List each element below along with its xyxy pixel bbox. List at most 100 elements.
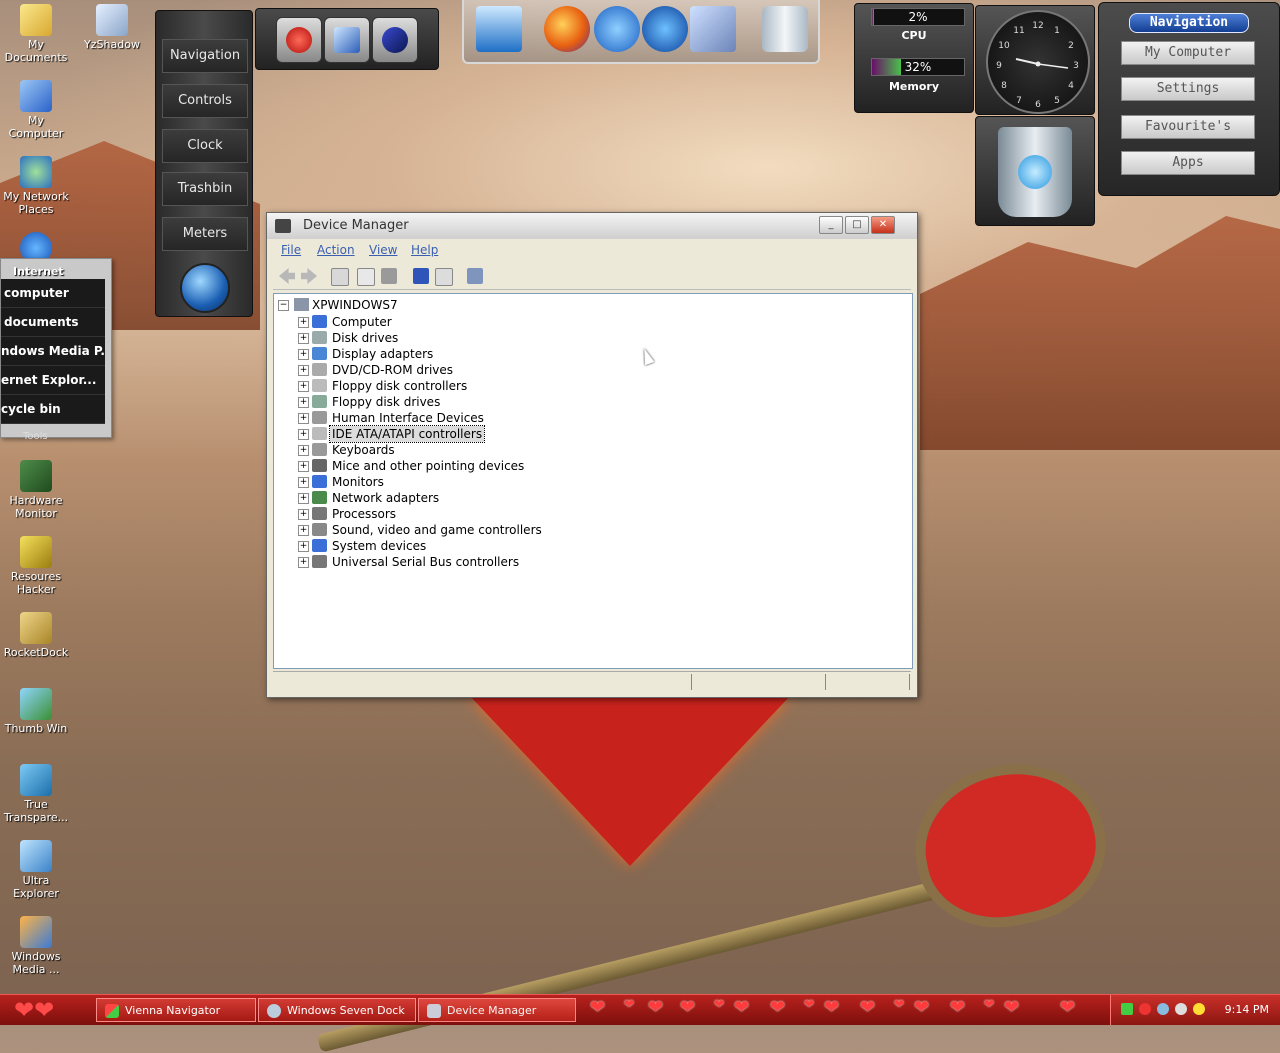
tree-node[interactable]: DVD/CD-ROM drives: [332, 362, 453, 378]
tree-node[interactable]: Mice and other pointing devices: [332, 458, 524, 474]
power-button[interactable]: [276, 17, 322, 63]
expand-toggle[interactable]: +: [298, 477, 309, 488]
nav-apps-button[interactable]: Apps: [1121, 151, 1255, 175]
device-category-icon: [312, 347, 327, 360]
lock-button[interactable]: [372, 17, 418, 63]
popup-item-computer[interactable]: computer: [1, 279, 105, 308]
root-collapse-toggle[interactable]: −: [278, 300, 289, 311]
vnav-clock-button[interactable]: Clock: [162, 129, 248, 163]
help-icon[interactable]: [413, 268, 429, 284]
nav-favourites-button[interactable]: Favourite's: [1121, 115, 1255, 139]
show-hide-icon[interactable]: [435, 268, 453, 286]
expand-toggle[interactable]: +: [298, 429, 309, 440]
trashbin-widget[interactable]: [975, 116, 1095, 226]
expand-toggle[interactable]: +: [298, 541, 309, 552]
expand-toggle[interactable]: +: [298, 317, 309, 328]
desktop-icon-hardware-monitor[interactable]: Hardware Monitor: [0, 460, 72, 520]
desktop-icon-ultra-explorer[interactable]: Ultra Explorer: [0, 840, 72, 900]
expand-toggle[interactable]: +: [298, 365, 309, 376]
expand-toggle[interactable]: +: [298, 445, 309, 456]
vnav-meters-button[interactable]: Meters: [162, 217, 248, 251]
tree-node[interactable]: Network adapters: [332, 490, 439, 506]
popup-item-internet-explorer[interactable]: ernet Explor...: [1, 366, 105, 395]
network-tray-icon[interactable]: [1121, 1003, 1133, 1015]
tree-node[interactable]: Processors: [332, 506, 396, 522]
title-bar[interactable]: Device Manager _ □ ✕: [267, 213, 917, 239]
start-hearts-button[interactable]: ❤❤: [14, 997, 54, 1023]
desktop-icon-my-network-places[interactable]: My Network Places: [0, 156, 72, 216]
desktop-icon-true-transparency[interactable]: True Transpare...: [0, 764, 72, 824]
tree-node[interactable]: Floppy disk drives: [332, 394, 440, 410]
maximize-button[interactable]: □: [845, 216, 869, 234]
my-computer-dock-icon[interactable]: [476, 6, 522, 52]
up-level-icon[interactable]: [331, 268, 349, 286]
print-icon[interactable]: [381, 268, 397, 284]
scan-hardware-icon[interactable]: [467, 268, 483, 284]
menu-help[interactable]: Help: [411, 243, 438, 257]
volume-tray-icon[interactable]: [1175, 1003, 1187, 1015]
tree-node[interactable]: Monitors: [332, 474, 384, 490]
expand-toggle[interactable]: +: [298, 557, 309, 568]
popup-footer: Tools: [23, 431, 48, 442]
control-panel-icon[interactable]: [690, 6, 736, 52]
menu-file[interactable]: File: [281, 243, 301, 257]
task-vienna-navigator[interactable]: Vienna Navigator: [96, 998, 256, 1022]
messenger-tray-icon[interactable]: [1193, 1003, 1205, 1015]
clock-time[interactable]: 9:14 PM: [1225, 995, 1269, 1025]
window-title: Device Manager: [303, 218, 409, 233]
task-device-manager[interactable]: Device Manager: [418, 998, 576, 1022]
desktop-icon-my-computer[interactable]: My Computer: [0, 80, 72, 140]
properties-icon[interactable]: [357, 268, 375, 286]
tree-node[interactable]: System devices: [332, 538, 426, 554]
vnav-controls-button[interactable]: Controls: [162, 84, 248, 118]
vnav-navigation-button[interactable]: Navigation: [162, 39, 248, 73]
nav-settings-button[interactable]: Settings: [1121, 77, 1255, 101]
tree-node[interactable]: Disk drives: [332, 330, 398, 346]
menu-view[interactable]: View: [369, 243, 397, 257]
desktop-icon-windows-media[interactable]: Windows Media ...: [0, 916, 72, 976]
media-player-icon[interactable]: [642, 6, 688, 52]
desktop-icon-my-documents[interactable]: My Documents: [0, 4, 72, 64]
tree-node[interactable]: Human Interface Devices: [332, 410, 484, 426]
expand-toggle[interactable]: +: [298, 381, 309, 392]
start-orb-icon[interactable]: [180, 263, 230, 313]
firefox-icon[interactable]: [544, 6, 590, 52]
close-button[interactable]: ✕: [871, 216, 895, 234]
desktop-icon-thumb-win[interactable]: Thumb Win: [0, 688, 72, 735]
popup-item-windows-media[interactable]: ndows Media P...: [1, 337, 105, 366]
forward-arrow-icon[interactable]: [301, 268, 317, 284]
expand-toggle[interactable]: +: [298, 525, 309, 536]
popup-item-recycle-bin[interactable]: cycle bin: [1, 395, 105, 424]
recycle-bin-dock-icon[interactable]: [762, 6, 808, 52]
expand-toggle[interactable]: +: [298, 509, 309, 520]
internet-explorer-icon[interactable]: [594, 6, 640, 52]
security-tray-icon[interactable]: [1139, 1003, 1151, 1015]
vnav-trashbin-button[interactable]: Trashbin: [162, 172, 248, 206]
tree-node[interactable]: Display adapters: [332, 346, 433, 362]
expand-toggle[interactable]: +: [298, 333, 309, 344]
taskbar: ❤❤ Vienna Navigator Windows Seven Dock D…: [0, 994, 1280, 1025]
popup-item-documents[interactable]: documents: [1, 308, 105, 337]
desktop-icon-rocketdock[interactable]: RocketDock: [0, 612, 72, 659]
expand-toggle[interactable]: +: [298, 349, 309, 360]
nav-my-computer-button[interactable]: My Computer: [1121, 41, 1255, 65]
update-tray-icon[interactable]: [1157, 1003, 1169, 1015]
minimize-button[interactable]: _: [819, 216, 843, 234]
tree-node[interactable]: Keyboards: [332, 442, 395, 458]
menu-action[interactable]: Action: [317, 243, 355, 257]
tree-node[interactable]: Floppy disk controllers: [332, 378, 467, 394]
tree-node[interactable]: Universal Serial Bus controllers: [332, 554, 519, 570]
desktop-icon-resource-hacker[interactable]: Resoures Hacker: [0, 536, 72, 596]
back-arrow-icon[interactable]: [279, 268, 295, 284]
expand-toggle[interactable]: +: [298, 493, 309, 504]
expand-toggle[interactable]: +: [298, 461, 309, 472]
tree-node[interactable]: IDE ATA/ATAPI controllers: [328, 425, 486, 443]
tree-node[interactable]: Sound, video and game controllers: [332, 522, 542, 538]
show-desktop-button[interactable]: [324, 17, 370, 63]
expand-toggle[interactable]: +: [298, 413, 309, 424]
task-windows-seven-dock[interactable]: Windows Seven Dock: [258, 998, 416, 1022]
expand-toggle[interactable]: +: [298, 397, 309, 408]
tree-node[interactable]: Computer: [332, 314, 392, 330]
desktop-icon-yzshadow[interactable]: YzShadow: [76, 4, 148, 51]
tree-root[interactable]: XPWINDOWS7: [312, 298, 398, 312]
